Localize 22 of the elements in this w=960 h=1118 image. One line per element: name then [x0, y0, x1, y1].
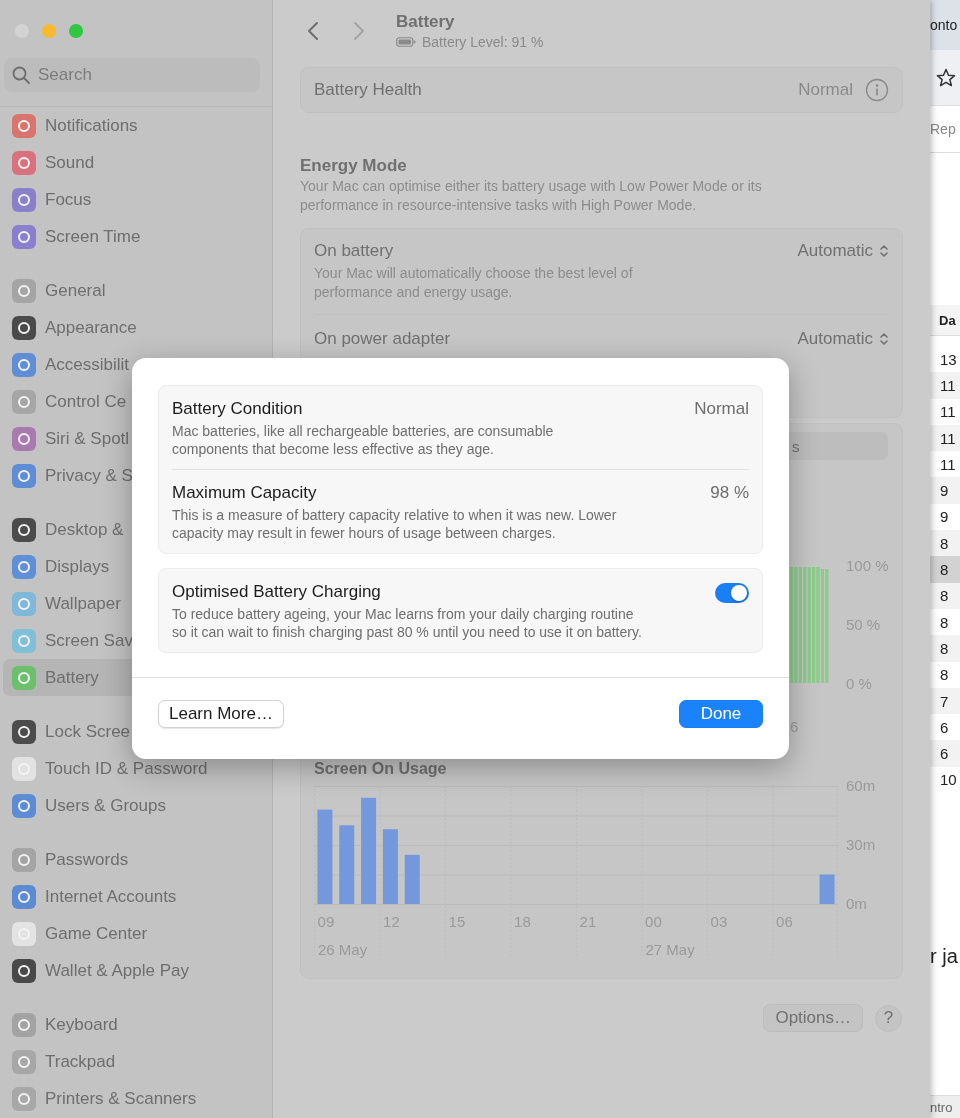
setting-description: Mac batteries, like all rechargeable batteries, are consumable components that become less effective as they age. — [172, 422, 555, 458]
battery-level-text: Battery Level: 91 % — [422, 33, 544, 51]
setting-value: Normal — [798, 80, 853, 100]
setting-label: Maximum Capacity — [172, 482, 318, 504]
setting-description: To reduce battery ageing, your Mac learns from your daily charging routine so it can wait to finish charging past 80 % until you need to use it on battery. — [172, 605, 643, 641]
setting-label: Battery Condition — [172, 398, 304, 420]
section-heading: Energy Mode — [300, 156, 408, 176]
setting-label: Optimised Battery Charging — [172, 581, 382, 603]
status-text: ntro — [930, 1099, 953, 1115]
setting-description: Your Mac will automatically choose the best level of performance and energy usage. — [314, 264, 634, 302]
setting-description: This is a measure of battery capacity relative to when it was new. Lower capacity may result in fewer hours of usage between charges. — [172, 506, 618, 542]
window-title: onto — [930, 17, 958, 33]
setting-value: Normal — [694, 398, 749, 420]
section-description: Your Mac can optimise either its battery usage with Low Power Mode or its performance in resource-intensive tasks with High Power Mode. — [300, 177, 763, 215]
setting-label: On battery — [314, 241, 395, 261]
setting-label: Battery Health — [314, 80, 423, 100]
chart-title: Screen On Usage — [314, 760, 448, 778]
setting-value: 98 % — [710, 482, 749, 504]
setting-label: On power adapter — [314, 329, 452, 349]
column-header: Da — [939, 312, 956, 328]
window-title: Battery — [396, 12, 456, 32]
body-text: r ja — [930, 945, 958, 968]
